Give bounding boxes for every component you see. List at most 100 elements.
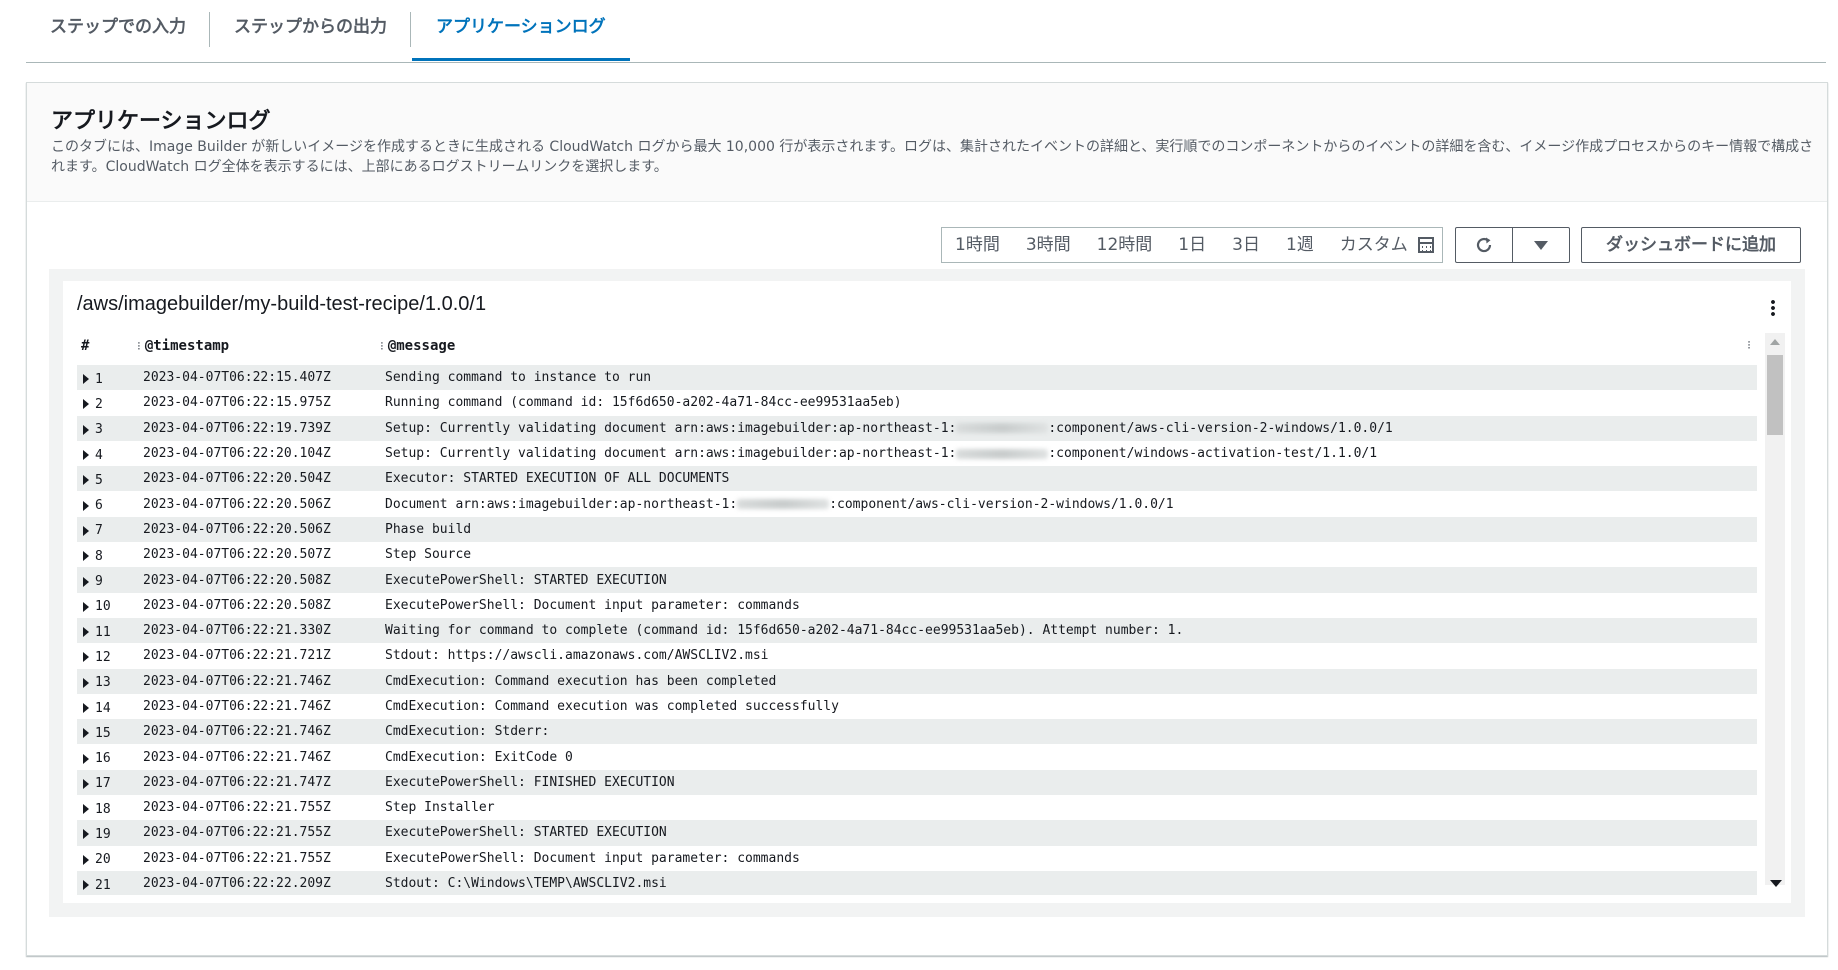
row-message: Step Installer [385, 800, 1757, 815]
time-range-1d[interactable]: 1日 [1165, 228, 1219, 262]
time-range-12h[interactable]: 12時間 [1084, 228, 1166, 262]
row-message-text: CmdExecution: Command execution was comp… [385, 699, 839, 714]
calendar-icon [1417, 237, 1434, 253]
expand-row-icon[interactable] [83, 753, 89, 764]
row-timestamp: 2023-04-07T06:22:21.746Z [143, 749, 331, 765]
expand-row-icon[interactable] [83, 728, 89, 739]
log-table-header: # ⁝ @timestamp ⁝ @message ⁝ [77, 333, 1761, 359]
refresh-icon [1476, 237, 1492, 253]
expand-row-icon[interactable] [83, 551, 89, 562]
row-number: 13 [95, 675, 111, 691]
scroll-down-icon[interactable] [1770, 880, 1782, 887]
expand-row-icon[interactable] [83, 475, 89, 486]
log-scrollbar[interactable] [1765, 333, 1785, 887]
time-range-3h[interactable]: 3時間 [1013, 228, 1084, 262]
row-message-text: Stdout: C:\Windows\TEMP\AWSCLIV2.msi [385, 876, 667, 892]
log-row[interactable]: 3 2023-04-07T06:22:19.739Z Setup: Currentl… [77, 415, 1757, 441]
row-message: ExecutePowerShell: Document input parame… [385, 851, 1757, 866]
redacted-account-id [737, 499, 830, 510]
row-timestamp: 2023-04-07T06:22:15.407Z [143, 370, 331, 386]
expand-row-icon[interactable] [83, 500, 89, 511]
log-row[interactable]: 18 2023-04-07T06:22:21.755Z Step Installer [77, 795, 1757, 820]
row-message: CmdExecution: Stderr: [385, 724, 1757, 739]
log-row[interactable]: 19 2023-04-07T06:22:21.755Z ExecutePowerSh… [77, 820, 1757, 846]
refresh-button-group [1455, 227, 1570, 263]
log-row[interactable]: 7 2023-04-07T06:22:20.506Z Phase build [77, 516, 1757, 543]
column-header-timestamp[interactable]: ⁝ @timestamp [137, 338, 229, 354]
log-row[interactable]: 10 2023-04-07T06:22:20.508Z ExecutePowerSh… [77, 593, 1757, 618]
expand-row-icon[interactable] [83, 778, 89, 789]
row-message: Waiting for command to complete (command… [385, 623, 1757, 638]
row-number: 5 [95, 472, 103, 488]
time-range-custom[interactable]: カスタム [1327, 228, 1442, 262]
row-number: 10 [95, 599, 111, 615]
row-message-text: :component/aws-cli-version-2-windows/1.0… [1048, 420, 1393, 436]
log-row[interactable]: 11 2023-04-07T06:22:21.330Z Waiting for co… [77, 617, 1757, 644]
expand-row-icon[interactable] [83, 576, 89, 587]
expand-row-icon[interactable] [83, 424, 89, 435]
row-number: 8 [95, 548, 103, 564]
row-number: 6 [95, 498, 103, 514]
row-message-text: Sending command to instance to run [385, 370, 652, 386]
row-message: Stdout: C:\Windows\TEMP\AWSCLIV2.msi [385, 876, 1757, 891]
expand-row-icon[interactable] [83, 450, 89, 461]
time-range-1h[interactable]: 1時間 [942, 228, 1013, 262]
log-row[interactable]: 12 2023-04-07T06:22:21.721Z Stdout: https:… [77, 643, 1757, 668]
expand-row-icon[interactable] [83, 627, 89, 638]
expand-row-icon[interactable] [83, 703, 89, 713]
row-message: ExecutePowerShell: FINISHED EXECUTION [385, 775, 1757, 790]
row-number: 7 [95, 523, 103, 539]
column-resize-handle-icon[interactable]: ⁝ [380, 339, 384, 353]
log-row[interactable]: 6 2023-04-07T06:22:20.506Z Document arn:aw… [77, 491, 1757, 516]
column-header-message[interactable]: ⁝ @message [380, 338, 455, 354]
row-message-text: Setup: Currently validating document arn… [385, 446, 957, 462]
row-timestamp: 2023-04-07T06:22:20.508Z [143, 597, 331, 613]
refresh-options-dropdown[interactable] [1512, 228, 1569, 262]
log-row[interactable]: 4 2023-04-07T06:22:20.104Z Setup: Currentl… [77, 441, 1757, 466]
column-resize-handle-icon[interactable]: ⁝ [1747, 338, 1751, 352]
expand-row-icon[interactable] [83, 601, 89, 612]
expand-row-icon[interactable] [83, 854, 89, 865]
refresh-button[interactable] [1456, 228, 1512, 262]
expand-row-icon[interactable] [83, 525, 89, 536]
log-row[interactable]: 16 2023-04-07T06:22:21.746Z CmdExecution: … [77, 744, 1757, 769]
log-row[interactable]: 2 2023-04-07T06:22:15.975Z Running command… [77, 390, 1757, 415]
more-options-icon[interactable] [1771, 299, 1775, 317]
row-message-text: Setup: Currently validating document arn… [385, 420, 957, 436]
expand-row-icon[interactable] [83, 399, 89, 410]
log-row[interactable]: 8 2023-04-07T06:22:20.507Z Step Source [77, 542, 1757, 567]
row-timestamp: 2023-04-07T06:22:21.746Z [143, 673, 331, 689]
log-row[interactable]: 20 2023-04-07T06:22:21.755Z ExecutePowerSh… [77, 846, 1757, 871]
row-message: CmdExecution: ExitCode 0 [385, 750, 1757, 765]
log-row[interactable]: 13 2023-04-07T06:22:21.746Z CmdExecution: … [77, 668, 1757, 694]
tab-application-log[interactable]: アプリケーションログ [412, 10, 630, 61]
log-row[interactable]: 21 2023-04-07T06:22:22.209Z Stdout: C:\Win… [77, 870, 1757, 895]
row-timestamp: 2023-04-07T06:22:21.330Z [143, 623, 331, 639]
expand-row-icon[interactable] [83, 652, 89, 663]
expand-row-icon[interactable] [83, 829, 89, 840]
row-message: Document arn:aws:imagebuilder:ap-northea… [385, 497, 1757, 512]
log-row[interactable]: 1 2023-04-07T06:22:15.407Z Sending command… [77, 365, 1757, 391]
row-number: 17 [95, 776, 111, 792]
row-number: 2 [95, 396, 103, 412]
row-number: 4 [95, 447, 103, 463]
log-row[interactable]: 14 2023-04-07T06:22:21.746Z CmdExecution: … [77, 694, 1757, 719]
time-range-3d[interactable]: 3日 [1219, 228, 1273, 262]
log-row[interactable]: 5 2023-04-07T06:22:20.504Z Executor: START… [77, 466, 1757, 492]
log-row[interactable]: 17 2023-04-07T06:22:21.747Z ExecutePowerSh… [77, 769, 1757, 796]
expand-row-icon[interactable] [83, 374, 89, 385]
scroll-up-icon[interactable] [1770, 339, 1780, 345]
time-range-1w[interactable]: 1週 [1273, 228, 1327, 262]
tab-step-output[interactable]: ステップからの出力 [210, 10, 411, 60]
scrollbar-thumb[interactable] [1767, 355, 1783, 435]
expand-row-icon[interactable] [83, 880, 89, 891]
tab-step-input[interactable]: ステップでの入力 [26, 10, 210, 60]
expand-row-icon[interactable] [83, 804, 89, 815]
add-to-dashboard-button[interactable]: ダッシュボードに追加 [1581, 227, 1801, 263]
column-resize-handle-icon[interactable]: ⁝ [137, 339, 141, 353]
log-row[interactable]: 15 2023-04-07T06:22:21.746Z CmdExecution: … [77, 719, 1757, 745]
expand-row-icon[interactable] [83, 677, 89, 688]
panel-description: このタブには、Image Builder が新しいイメージを作成するときに生成さ… [51, 139, 1814, 175]
log-row[interactable]: 9 2023-04-07T06:22:20.508Z ExecutePowerShe… [77, 567, 1757, 593]
row-message-text: ExecutePowerShell: FINISHED EXECUTION [385, 774, 675, 790]
